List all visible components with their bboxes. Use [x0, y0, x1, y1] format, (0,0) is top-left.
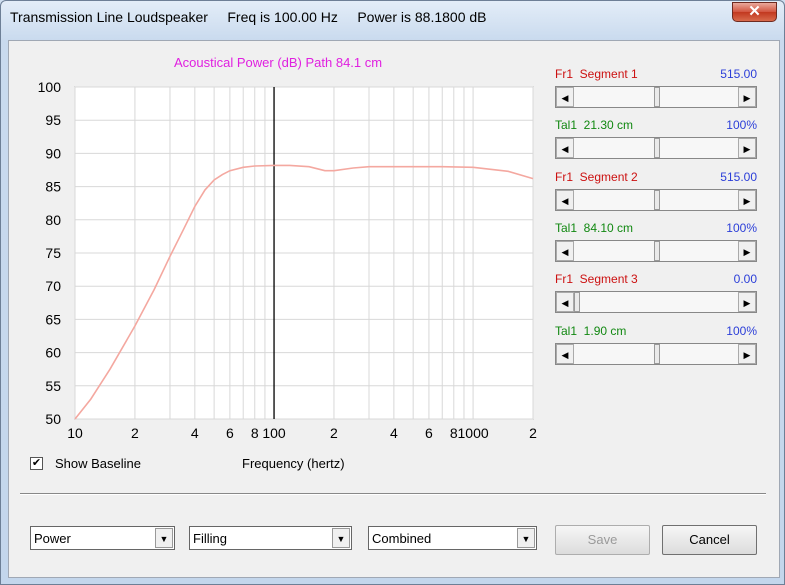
scroll-right-icon[interactable]: ▶ — [738, 292, 756, 312]
segment-slider[interactable]: ◀ ▶ — [555, 291, 757, 313]
segment-label: Fr1 Segment 1 — [555, 67, 638, 81]
x-tick-label: 100 — [262, 425, 286, 441]
save-button[interactable]: Save — [555, 525, 650, 555]
view-mode-dropdown[interactable]: Power ▼ — [30, 526, 175, 550]
show-baseline-label[interactable]: Show Baseline — [55, 456, 141, 471]
dialog-client-area: Acoustical Power (dB) Path 84.1 cm 50 55 6… — [8, 40, 780, 578]
window-title: Transmission Line Loudspeaker Freq is 10… — [10, 9, 487, 25]
scroll-left-icon[interactable]: ◀ — [556, 138, 574, 158]
y-tick-label: 80 — [45, 212, 61, 228]
slider-thumb[interactable] — [654, 87, 660, 107]
segment-label: Tal1 21.30 cm — [555, 118, 634, 132]
segment-slider[interactable]: ◀ ▶ — [555, 86, 757, 108]
x-tick-label: 2 — [330, 425, 338, 441]
close-icon: ✕ — [748, 3, 761, 20]
scroll-left-icon[interactable]: ◀ — [556, 190, 574, 210]
combined-dropdown[interactable]: Combined ▼ — [368, 526, 537, 550]
show-baseline-checkbox[interactable]: ✔ — [30, 457, 43, 470]
filling-value: Filling — [193, 531, 227, 546]
scroll-right-icon[interactable]: ▶ — [738, 241, 756, 261]
x-tick-label: 2 — [131, 425, 139, 441]
segment-slider[interactable]: ◀ ▶ — [555, 189, 757, 211]
scroll-right-icon[interactable]: ▶ — [738, 190, 756, 210]
y-tick-label: 85 — [45, 179, 61, 195]
x-tick-label: 6 — [226, 425, 234, 441]
y-tick-label: 65 — [45, 311, 61, 327]
segment-label: Tal1 1.90 cm — [555, 324, 627, 338]
segment-value: 0.00 — [733, 272, 757, 286]
title-bar[interactable]: Transmission Line Loudspeaker Freq is 10… — [1, 1, 784, 35]
y-tick-label: 70 — [45, 278, 61, 294]
segment-value: 100% — [726, 221, 757, 235]
view-mode-value: Power — [34, 531, 71, 546]
x-tick-label: 4 — [390, 425, 398, 441]
scroll-left-icon[interactable]: ◀ — [556, 241, 574, 261]
chevron-down-icon[interactable]: ▼ — [332, 528, 350, 548]
divider — [20, 493, 766, 495]
y-tick-label: 95 — [45, 112, 61, 128]
segment-label: Fr1 Segment 2 — [555, 170, 638, 184]
x-tick-label: 10 — [67, 425, 83, 441]
segment-slider[interactable]: ◀ ▶ — [555, 137, 757, 159]
segment-value: 515.00 — [720, 67, 757, 81]
y-tick-label: 100 — [38, 79, 62, 95]
segment-label: Tal1 84.10 cm — [555, 221, 634, 235]
frequency-axis-label: Frequency (hertz) — [242, 456, 345, 471]
slider-thumb[interactable] — [654, 138, 660, 158]
y-tick-label: 50 — [45, 411, 61, 427]
slider-thumb[interactable] — [654, 190, 660, 210]
scroll-left-icon[interactable]: ◀ — [556, 344, 574, 364]
y-tick-label: 90 — [45, 145, 61, 161]
segment-value: 100% — [726, 118, 757, 132]
slider-thumb[interactable] — [654, 344, 660, 364]
x-tick-label: 6 — [425, 425, 433, 441]
cancel-button[interactable]: Cancel — [662, 525, 757, 555]
combined-value: Combined — [372, 531, 432, 546]
slider-thumb[interactable] — [654, 241, 660, 261]
x-tick-label: 4 — [191, 425, 199, 441]
acoustical-power-chart: 5055606570758085909510010 2 4 6 8 100 2 4 6 8 1000… — [38, 79, 537, 441]
x-tick-label: 2 — [529, 425, 537, 441]
y-tick-label: 60 — [45, 345, 61, 361]
filling-dropdown[interactable]: Filling ▼ — [189, 526, 352, 550]
slider-thumb[interactable] — [574, 292, 580, 312]
close-button[interactable]: ✕ — [732, 2, 777, 22]
scroll-left-icon[interactable]: ◀ — [556, 292, 574, 312]
segment-slider[interactable]: ◀ ▶ — [555, 240, 757, 262]
scroll-right-icon[interactable]: ▶ — [738, 344, 756, 364]
scroll-right-icon[interactable]: ▶ — [738, 138, 756, 158]
segment-slider[interactable]: ◀ ▶ — [555, 343, 757, 365]
checkmark-icon: ✔ — [31, 457, 42, 469]
segment-value: 100% — [726, 324, 757, 338]
segment-value: 515.00 — [720, 170, 757, 184]
scroll-left-icon[interactable]: ◀ — [556, 87, 574, 107]
y-tick-label: 75 — [45, 245, 61, 261]
chevron-down-icon[interactable]: ▼ — [517, 528, 535, 548]
y-tick-label: 55 — [45, 378, 61, 394]
x-tick-label: 1000 — [458, 425, 489, 441]
scroll-right-icon[interactable]: ▶ — [738, 87, 756, 107]
x-tick-label: 8 — [251, 425, 259, 441]
app-window: Transmission Line Loudspeaker Freq is 10… — [0, 0, 785, 585]
chevron-down-icon[interactable]: ▼ — [155, 528, 173, 548]
segment-label: Fr1 Segment 3 — [555, 272, 638, 286]
